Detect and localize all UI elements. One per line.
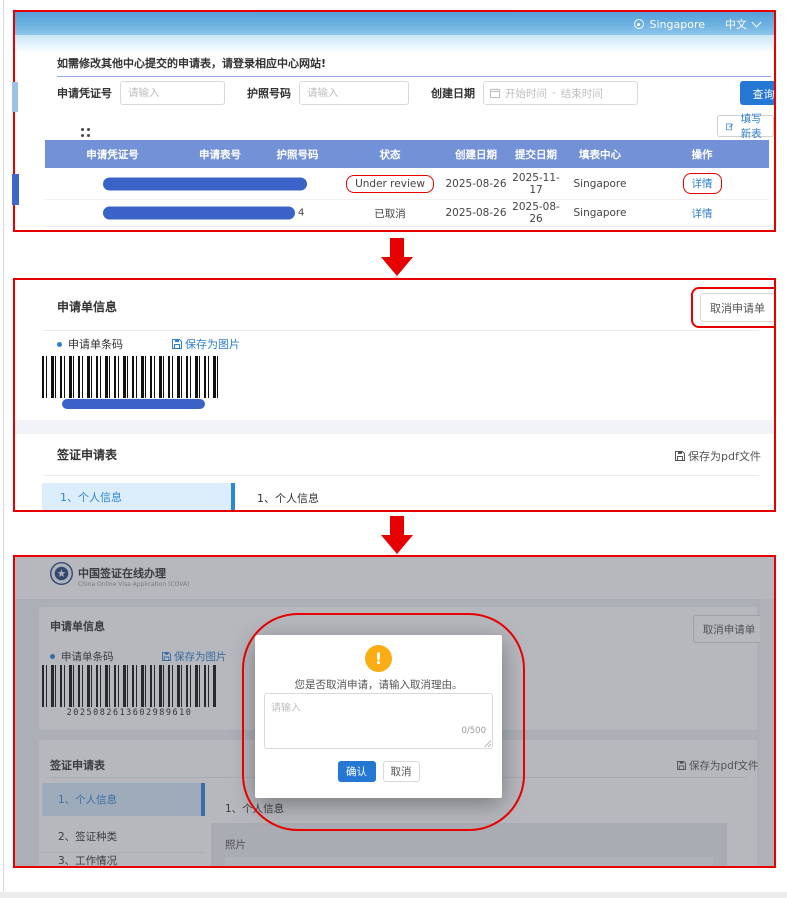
screenshot-root: Singapore 中文 如需修改其他中心提交的申请表，请登录相应中心网站! 申… [0, 0, 787, 898]
col-header: 填表中心 [565, 147, 635, 162]
center-name: Singapore [565, 178, 635, 190]
search-form: 申请凭证号 护照号码 创建日期 开始时间 - 结束时间 [57, 81, 638, 105]
form-card-title: 签证申请表 [57, 446, 117, 463]
notice-divider [57, 76, 771, 77]
save-pdf-icon [675, 451, 685, 461]
status-badge-annotated: Under review [346, 175, 434, 193]
date-separator: - [552, 87, 556, 99]
search-button[interactable]: 查询 [740, 81, 776, 105]
details-link-annotated[interactable]: 详情 [683, 173, 722, 194]
topbar-right: Singapore 中文 [634, 16, 761, 32]
passport-label: 护照号码 [247, 85, 291, 101]
redacted-id-bar [103, 207, 295, 220]
voucher-input[interactable] [120, 81, 225, 105]
table-row: Under review 2025-08-26 2025-11-17 Singa… [45, 168, 769, 200]
calendar-icon [490, 88, 500, 98]
barcode-label: 申请单条码 [68, 336, 123, 352]
page-edge-line [3, 0, 4, 898]
col-header: 创建日期 [445, 147, 507, 162]
submitted-date: 2025-11-17 [507, 172, 565, 196]
barcode-label-row: 申请单条码 [57, 336, 123, 352]
section-title: 1、个人信息 [257, 490, 319, 506]
application-barcode [42, 356, 220, 398]
page-bottom-strip [0, 892, 787, 898]
submitted-date: 2025-08-26 [507, 229, 565, 233]
date-range-input[interactable]: 开始时间 - 结束时间 [483, 81, 638, 105]
details-link[interactable]: 详情 [635, 206, 769, 221]
save-image-icon [172, 339, 182, 349]
save-as-pdf-link[interactable]: 保存为pdf文件 [675, 448, 761, 464]
col-header: 状态 [335, 147, 445, 162]
left-edge-widget-bottom [12, 174, 19, 205]
edit-form-icon [726, 121, 733, 132]
new-form-button[interactable]: 填写新表 [717, 115, 774, 137]
col-header: 护照号码 [260, 147, 335, 162]
location-pin-icon [634, 19, 644, 29]
language-switcher[interactable]: 中文 [725, 16, 747, 32]
created-date: 2025-08-26 [445, 178, 507, 190]
create-date-label: 创建日期 [431, 85, 475, 101]
created-date: 2025-08-26 [445, 207, 507, 219]
table-row: 4 已取消 2025-08-26 2025-08-26 Singapore 详情 [45, 200, 769, 227]
submitted-date: 2025-08-26 [507, 201, 565, 225]
panel-application-list: Singapore 中文 如需修改其他中心提交的申请表，请登录相应中心网站! 申… [13, 10, 776, 232]
table-row: 4 已取消 2025-08-26 2025-08-26 Singapore 详情 [45, 227, 769, 232]
card-divider [43, 330, 759, 331]
dialog-annotation-ring [242, 613, 525, 831]
redacted-barcode-number [62, 399, 205, 409]
site-header-banner-fade [15, 35, 774, 53]
passport-input[interactable] [299, 81, 409, 105]
col-header: 申请凭证号 [45, 147, 180, 162]
date-end-placeholder: 结束时间 [561, 86, 603, 101]
panel-application-detail: 申请单信息 取消申请单 申请单条码 保存为图片 签证申请表 保存为pdf文件 1… [13, 278, 776, 512]
status-badge: 已取消 [335, 206, 445, 221]
col-header: 申请表号 [180, 147, 260, 162]
info-card-title: 申请单信息 [57, 298, 117, 315]
sidebar-tab-personal-info[interactable]: 1、个人信息 [42, 483, 235, 510]
voucher-label: 申请凭证号 [57, 85, 112, 101]
card-divider [43, 475, 759, 476]
col-header: 提交日期 [507, 147, 565, 162]
chevron-down-icon[interactable] [752, 18, 762, 28]
table-header-row: 申请凭证号 申请表号 护照号码 状态 创建日期 提交日期 填表中心 操作 [45, 140, 769, 168]
card-gap [15, 420, 774, 434]
redacted-id-bar [103, 177, 307, 190]
notice-text: 如需修改其他中心提交的申请表，请登录相应中心网站! [57, 55, 326, 71]
date-start-placeholder: 开始时间 [505, 86, 547, 101]
applications-table: 申请凭证号 申请表号 护照号码 状态 创建日期 提交日期 填表中心 操作 Und… [45, 140, 769, 232]
bullet-dot-icon [57, 342, 62, 347]
panel-cancel-dialog: 中国签证在线办理 China Online Visa Application (… [13, 555, 776, 868]
save-as-image-link[interactable]: 保存为图片 [172, 336, 240, 352]
redaction-suffix: 4 [298, 208, 304, 219]
left-edge-widget-top [12, 82, 18, 112]
col-header: 操作 [635, 147, 769, 162]
cancel-button-annotation [691, 287, 776, 328]
new-form-label: 填写新表 [737, 111, 765, 141]
location-label[interactable]: Singapore [650, 18, 706, 31]
center-name: Singapore [565, 207, 635, 219]
